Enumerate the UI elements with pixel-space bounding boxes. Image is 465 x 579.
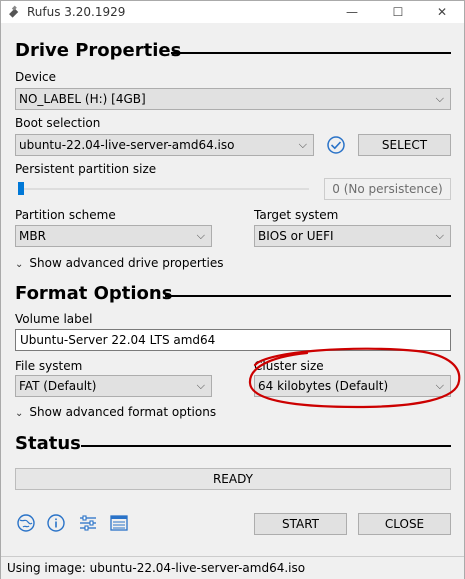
file-system-dropdown[interactable]: FAT (Default) ⌵ (15, 375, 212, 397)
chevron-down-small-icon: ⌄ (15, 259, 24, 270)
boot-selection-value: ubuntu-22.04-live-server-amd64.iso (19, 138, 235, 152)
chevron-down-icon: ⌵ (196, 229, 205, 242)
advanced-format-toggle[interactable]: ⌄ Show advanced format options (15, 405, 216, 419)
cluster-size-label: Cluster size (254, 359, 324, 373)
globe-icon[interactable] (16, 513, 36, 533)
chevron-down-icon: ⌵ (196, 379, 205, 392)
target-system-label: Target system (254, 208, 339, 222)
persistent-partition-label: Persistent partition size (15, 162, 157, 176)
section-divider (81, 445, 451, 447)
target-system-dropdown[interactable]: BIOS or UEFI ⌵ (254, 225, 451, 247)
advanced-drive-label: Show advanced drive properties (29, 256, 224, 270)
minimize-button[interactable]: — (337, 3, 367, 21)
select-button[interactable]: SELECT (358, 134, 451, 156)
boot-selection-label: Boot selection (15, 116, 101, 130)
rufus-window: Rufus 3.20.1929 — ☐ ✕ Drive Properties D… (0, 0, 465, 579)
device-value: NO_LABEL (H:) [4GB] (19, 92, 146, 106)
title-bar: Rufus 3.20.1929 — ☐ ✕ (1, 1, 464, 23)
device-label: Device (15, 70, 57, 84)
maximize-button[interactable]: ☐ (383, 3, 413, 21)
partition-scheme-label: Partition scheme (15, 208, 116, 222)
window-title: Rufus 3.20.1929 (27, 5, 126, 19)
advanced-format-label: Show advanced format options (29, 405, 217, 419)
persistent-size-field: 0 (No persistence) (324, 178, 451, 200)
volume-label-input[interactable]: Ubuntu-Server 22.04 LTS amd64 (15, 329, 451, 351)
info-icon[interactable] (46, 513, 66, 533)
chevron-down-small-icon: ⌄ (15, 408, 24, 419)
device-dropdown[interactable]: NO_LABEL (H:) [4GB] ⌵ (15, 88, 451, 110)
chevron-down-icon: ⌵ (435, 92, 444, 105)
close-window-button[interactable]: ✕ (427, 3, 457, 21)
start-button[interactable]: START (254, 513, 347, 535)
cluster-size-value: 64 kilobytes (Default) (258, 379, 389, 393)
checksum-icon[interactable] (326, 135, 346, 155)
chevron-down-icon: ⌵ (435, 229, 444, 242)
persistent-slider-thumb[interactable] (18, 182, 24, 195)
format-options-heading: Format Options (15, 283, 173, 304)
drive-properties-heading: Drive Properties (15, 40, 182, 61)
status-progress-bar: READY (15, 468, 451, 490)
persistent-slider-track (19, 188, 309, 190)
volume-label-label: Volume label (15, 312, 93, 326)
section-divider (165, 295, 451, 297)
status-footer: Using image: ubuntu-22.04-live-server-am… (1, 556, 464, 579)
status-heading: Status (15, 433, 81, 454)
file-system-value: FAT (Default) (19, 379, 97, 393)
cluster-size-dropdown[interactable]: 64 kilobytes (Default) ⌵ (254, 375, 451, 397)
chevron-down-icon: ⌵ (298, 138, 307, 151)
log-icon[interactable] (109, 513, 129, 533)
target-system-value: BIOS or UEFI (258, 229, 334, 243)
chevron-down-icon: ⌵ (435, 379, 444, 392)
settings-sliders-icon[interactable] (78, 513, 98, 533)
partition-scheme-dropdown[interactable]: MBR ⌵ (15, 225, 212, 247)
partition-scheme-value: MBR (19, 229, 46, 243)
close-button[interactable]: CLOSE (358, 513, 451, 535)
section-divider (171, 52, 451, 54)
usb-drive-icon (9, 5, 19, 18)
advanced-drive-toggle[interactable]: ⌄ Show advanced drive properties (15, 256, 223, 270)
file-system-label: File system (15, 359, 83, 373)
boot-selection-dropdown[interactable]: ubuntu-22.04-live-server-amd64.iso ⌵ (15, 134, 314, 156)
